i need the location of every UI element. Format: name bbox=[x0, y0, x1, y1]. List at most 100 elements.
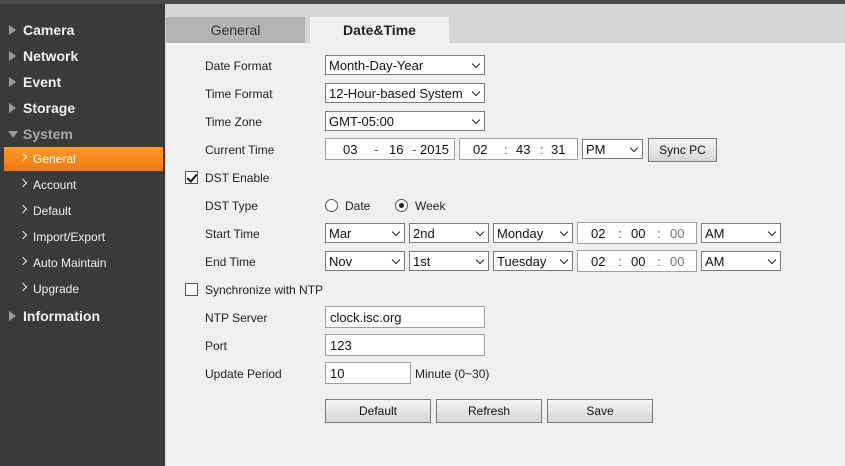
dst-type-week-label: Week bbox=[415, 199, 446, 213]
chevron-right-icon bbox=[18, 282, 28, 292]
nav-system[interactable]: System bbox=[0, 121, 165, 147]
chevron-down-icon bbox=[475, 227, 485, 237]
current-date-input[interactable]: 03 - 16 - 2015 bbox=[325, 138, 455, 160]
default-button[interactable]: Default bbox=[325, 399, 431, 423]
collapsed-triangle-icon bbox=[9, 311, 16, 321]
update-period-unit: Minute (0~30) bbox=[415, 367, 490, 381]
nav-system-label: System bbox=[23, 126, 73, 142]
sync-pc-button[interactable]: Sync PC bbox=[648, 138, 717, 162]
date-separator: - bbox=[374, 142, 379, 157]
current-day: 16 bbox=[389, 142, 404, 157]
current-year: 2015 bbox=[420, 142, 449, 157]
end-weekday-select[interactable]: Tuesday bbox=[493, 251, 573, 271]
time-zone-select[interactable]: GMT-05:00 bbox=[325, 111, 485, 131]
current-second: 31 bbox=[551, 142, 566, 157]
nav-sub-import-export[interactable]: Import/Export bbox=[0, 225, 165, 249]
nav-camera[interactable]: Camera bbox=[0, 17, 165, 43]
time-format-select[interactable]: 12-Hour-based System bbox=[325, 83, 485, 103]
chevron-down-icon bbox=[767, 255, 777, 265]
collapsed-triangle-icon bbox=[9, 25, 16, 35]
start-clock-input[interactable]: 02 : 00 : 00 bbox=[577, 222, 697, 244]
collapsed-triangle-icon bbox=[9, 51, 16, 61]
update-period-input[interactable]: 10 bbox=[325, 362, 411, 384]
start-month-select[interactable]: Mar bbox=[325, 223, 405, 243]
time-separator: : bbox=[540, 142, 544, 157]
end-month-select[interactable]: Nov bbox=[325, 251, 405, 271]
chevron-down-icon bbox=[475, 255, 485, 265]
time-format-value: 12-Hour-based System bbox=[329, 85, 463, 101]
end-week-value: 1st bbox=[413, 253, 431, 269]
current-clock-input[interactable]: 02 : 43 : 31 bbox=[459, 138, 578, 160]
nav-sub-auto-maintain[interactable]: Auto Maintain bbox=[0, 251, 165, 275]
chevron-down-icon bbox=[391, 227, 401, 237]
chevron-down-icon bbox=[471, 115, 481, 125]
end-week-select[interactable]: 1st bbox=[409, 251, 489, 271]
chevron-right-icon bbox=[18, 152, 28, 162]
chevron-down-icon bbox=[391, 255, 401, 265]
save-button[interactable]: Save bbox=[547, 399, 653, 423]
update-period-label: Update Period bbox=[205, 367, 282, 381]
chevron-down-icon bbox=[471, 59, 481, 69]
nav-sub-account-label: Account bbox=[33, 178, 77, 192]
refresh-button[interactable]: Refresh bbox=[436, 399, 542, 423]
dst-type-date-radio[interactable] bbox=[325, 199, 338, 212]
end-clock-input[interactable]: 02 : 00 : 00 bbox=[577, 250, 697, 272]
current-minute: 43 bbox=[516, 142, 531, 157]
nav-network[interactable]: Network bbox=[0, 43, 165, 69]
start-week-select[interactable]: 2nd bbox=[409, 223, 489, 243]
end-weekday-value: Tuesday bbox=[497, 253, 547, 269]
end-ampm-value: AM bbox=[705, 253, 725, 269]
nav-sub-account[interactable]: Account bbox=[0, 173, 165, 197]
time-zone-value: GMT-05:00 bbox=[329, 113, 395, 129]
end-ampm-select[interactable]: AM bbox=[701, 251, 781, 271]
start-ampm-value: AM bbox=[705, 225, 725, 241]
chevron-down-icon bbox=[559, 255, 569, 265]
time-separator: : bbox=[504, 142, 508, 157]
nav-sub-upgrade[interactable]: Upgrade bbox=[0, 277, 165, 301]
dst-enable-checkbox[interactable] bbox=[185, 171, 198, 184]
date-format-select[interactable]: Month-Day-Year bbox=[325, 55, 485, 75]
start-second: 00 bbox=[670, 226, 685, 241]
nav-network-label: Network bbox=[23, 48, 79, 64]
end-second: 00 bbox=[670, 254, 685, 269]
dst-type-week-radio[interactable] bbox=[395, 199, 408, 212]
ntp-sync-checkbox[interactable] bbox=[185, 283, 198, 296]
end-hour: 02 bbox=[591, 254, 606, 269]
current-ampm-select[interactable]: PM bbox=[582, 139, 643, 159]
sidebar: Camera Network Event Storage System Gene… bbox=[0, 4, 165, 466]
end-time-label: End Time bbox=[205, 255, 256, 269]
end-minute: 00 bbox=[631, 254, 646, 269]
nav-sub-general[interactable]: General bbox=[4, 147, 163, 171]
date-format-value: Month-Day-Year bbox=[329, 57, 424, 73]
nav-storage[interactable]: Storage bbox=[0, 95, 165, 121]
chevron-right-icon bbox=[18, 204, 28, 214]
nav-sub-auto-maintain-label: Auto Maintain bbox=[33, 256, 107, 270]
port-input[interactable]: 123 bbox=[325, 334, 485, 356]
start-ampm-select[interactable]: AM bbox=[701, 223, 781, 243]
start-week-value: 2nd bbox=[413, 225, 435, 241]
dst-type-date-label: Date bbox=[345, 199, 371, 213]
time-separator: : bbox=[618, 254, 622, 269]
date-format-label: Date Format bbox=[205, 59, 272, 73]
start-weekday-select[interactable]: Monday bbox=[493, 223, 573, 243]
tab-date-time[interactable]: Date&Time bbox=[310, 17, 449, 43]
nav-sub-default[interactable]: Default bbox=[0, 199, 165, 223]
tab-general[interactable]: General bbox=[166, 17, 305, 43]
start-time-label: Start Time bbox=[205, 227, 260, 241]
time-zone-label: Time Zone bbox=[205, 115, 262, 129]
nav-camera-label: Camera bbox=[23, 22, 75, 38]
current-time-label: Current Time bbox=[205, 143, 275, 157]
chevron-right-icon bbox=[18, 178, 28, 188]
nav-information[interactable]: Information bbox=[0, 303, 165, 329]
ntp-sync-label: Synchronize with NTP bbox=[205, 283, 324, 297]
nav-event[interactable]: Event bbox=[0, 69, 165, 95]
start-minute: 00 bbox=[631, 226, 646, 241]
start-weekday-value: Monday bbox=[497, 225, 544, 241]
start-hour: 02 bbox=[591, 226, 606, 241]
end-month-value: Nov bbox=[329, 253, 353, 269]
time-separator: : bbox=[657, 254, 661, 269]
collapsed-triangle-icon bbox=[9, 77, 16, 87]
chevron-right-icon bbox=[18, 256, 28, 266]
nav-storage-label: Storage bbox=[23, 100, 76, 116]
ntp-server-input[interactable]: clock.isc.org bbox=[325, 306, 485, 328]
